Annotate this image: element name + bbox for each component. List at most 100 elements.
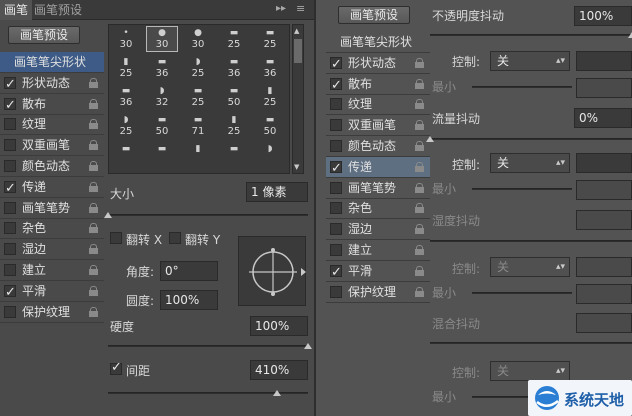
option-checkbox[interactable] — [330, 54, 342, 75]
min2-slider[interactable] — [472, 188, 572, 190]
option-item[interactable]: 纹理 — [326, 94, 430, 116]
control2-select[interactable]: 关 ▴▾ — [490, 153, 570, 173]
option-checkbox[interactable] — [4, 243, 16, 256]
size-slider-thumb[interactable] — [104, 212, 112, 218]
mix-jitter-input[interactable] — [576, 313, 632, 333]
tab-brush-presets[interactable]: 画笔预设 — [30, 0, 86, 20]
wet-jitter-slider[interactable] — [430, 240, 632, 242]
spacing-slider-thumb[interactable] — [273, 390, 281, 396]
option-item[interactable]: 平滑 — [0, 281, 104, 303]
spacing-checkbox[interactable] — [110, 360, 122, 375]
brush-tip-cell[interactable]: ▬ — [111, 143, 141, 167]
option-item[interactable]: 杂色 — [326, 198, 430, 220]
option-checkbox[interactable] — [4, 201, 16, 214]
scroll-up-icon[interactable]: ▲ — [294, 27, 302, 35]
lock-icon[interactable] — [89, 306, 98, 317]
lock-icon[interactable] — [415, 120, 424, 131]
spacing-input[interactable]: 410% — [250, 360, 308, 380]
option-item[interactable]: 传递 — [0, 177, 104, 199]
flow-jitter-slider[interactable] — [430, 138, 632, 140]
control3-select[interactable]: 关 ▴▾ — [490, 257, 570, 277]
roundness-input[interactable]: 100% — [160, 290, 218, 310]
option-checkbox[interactable] — [330, 285, 342, 298]
lock-icon[interactable] — [415, 78, 424, 89]
wet-jitter-input[interactable] — [576, 210, 632, 230]
lock-icon[interactable] — [415, 224, 424, 235]
opacity-jitter-input[interactable]: 100% — [574, 6, 632, 26]
brush-presets-button-right[interactable]: 画笔预设 — [338, 6, 410, 24]
option-item[interactable]: 颜色动态 — [0, 156, 104, 177]
brush-tip-cell[interactable]: ▮ — [183, 143, 213, 167]
option-checkbox[interactable] — [330, 98, 342, 111]
brush-tip-cell[interactable]: ▬ — [219, 143, 249, 167]
brush-tip-cell[interactable]: • 30 — [111, 27, 141, 51]
brush-presets-button[interactable]: 画笔预设 — [8, 26, 80, 44]
grid-scrollbar[interactable]: ▲ ▼ — [292, 24, 304, 174]
option-checkbox[interactable] — [330, 223, 342, 236]
option-item[interactable]: 湿边 — [326, 219, 430, 241]
hardness-slider[interactable] — [108, 345, 308, 347]
opacity-jitter-thumb[interactable] — [628, 32, 632, 38]
brush-tip-cell[interactable]: ▮ 25 — [255, 85, 285, 109]
angle-roundness-widget[interactable] — [238, 236, 306, 306]
option-checkbox[interactable] — [4, 222, 16, 235]
control1-select[interactable]: 关 ▴▾ — [490, 51, 570, 71]
option-checkbox[interactable] — [4, 74, 16, 95]
lock-icon[interactable] — [89, 202, 98, 213]
option-item[interactable]: 形状动态 — [326, 53, 430, 75]
option-item[interactable]: 保护纹理 — [326, 282, 430, 303]
lock-icon[interactable] — [415, 182, 424, 193]
collapse-icon[interactable]: ▸▸ — [276, 3, 286, 14]
brush-tip-cell[interactable]: ◗ 25 — [111, 114, 141, 138]
lock-icon[interactable] — [89, 140, 98, 151]
min1-slider[interactable] — [472, 86, 572, 88]
lock-icon[interactable] — [415, 286, 424, 297]
option-item[interactable]: 保护纹理 — [0, 302, 104, 323]
hardness-input[interactable]: 100% — [250, 316, 308, 336]
option-item[interactable]: 纹理 — [0, 114, 104, 136]
option-checkbox[interactable] — [4, 160, 16, 172]
option-checkbox[interactable] — [4, 118, 16, 131]
lock-icon[interactable] — [89, 244, 98, 255]
control3-extra-field[interactable] — [576, 257, 632, 277]
option-item[interactable]: 建立 — [0, 260, 104, 281]
option-checkbox[interactable] — [330, 202, 342, 215]
brush-tip-cell[interactable]: ▬ — [147, 143, 177, 167]
flip-x-checkbox[interactable] — [110, 232, 122, 244]
option-item[interactable]: 形状动态 — [0, 73, 104, 95]
option-checkbox[interactable] — [330, 244, 342, 256]
lock-icon[interactable] — [415, 141, 424, 151]
option-checkbox[interactable] — [330, 262, 342, 283]
brush-tip-cell[interactable]: ▬ 36 — [147, 56, 177, 80]
lock-icon[interactable] — [415, 99, 424, 110]
lock-icon[interactable] — [89, 223, 98, 234]
lock-icon[interactable] — [89, 265, 98, 275]
option-item[interactable]: 湿边 — [0, 239, 104, 261]
brush-tip-cell[interactable]: ▬ 25 — [219, 27, 249, 51]
size-slider[interactable] — [108, 214, 308, 216]
lock-icon[interactable] — [89, 285, 98, 296]
option-item[interactable]: 画笔笔势 — [326, 178, 430, 199]
option-checkbox[interactable] — [4, 282, 16, 303]
brush-tip-cell[interactable]: ▮ 25 — [111, 56, 141, 80]
scroll-down-icon[interactable]: ▼ — [294, 163, 302, 171]
lock-icon[interactable] — [415, 57, 424, 68]
option-checkbox[interactable] — [4, 305, 16, 318]
brush-tip-cell[interactable]: ▬ 50 — [219, 85, 249, 109]
mix-jitter-slider[interactable] — [430, 342, 632, 344]
flip-y-checkbox[interactable] — [169, 232, 181, 244]
brush-tip-cell[interactable]: ▬ 25 — [255, 27, 285, 51]
brush-tip-cell[interactable]: ▬ 25 — [183, 85, 213, 109]
option-checkbox[interactable] — [4, 178, 16, 199]
control4-select[interactable]: 关 ▴▾ — [490, 361, 570, 381]
brush-tip-cell[interactable]: ▬ 36 — [219, 56, 249, 80]
hardness-slider-thumb[interactable] — [304, 343, 312, 349]
min3-input[interactable] — [576, 284, 632, 304]
brush-tip-cell[interactable]: ◗ 32 — [147, 85, 177, 109]
option-checkbox[interactable] — [330, 140, 342, 152]
lock-icon[interactable] — [415, 203, 424, 214]
option-checkbox[interactable] — [330, 75, 342, 96]
opacity-jitter-slider[interactable] — [430, 34, 632, 36]
tab-brush[interactable]: 画笔 — [0, 0, 33, 20]
brush-tip-cell[interactable]: ▬ 71 — [183, 114, 213, 138]
